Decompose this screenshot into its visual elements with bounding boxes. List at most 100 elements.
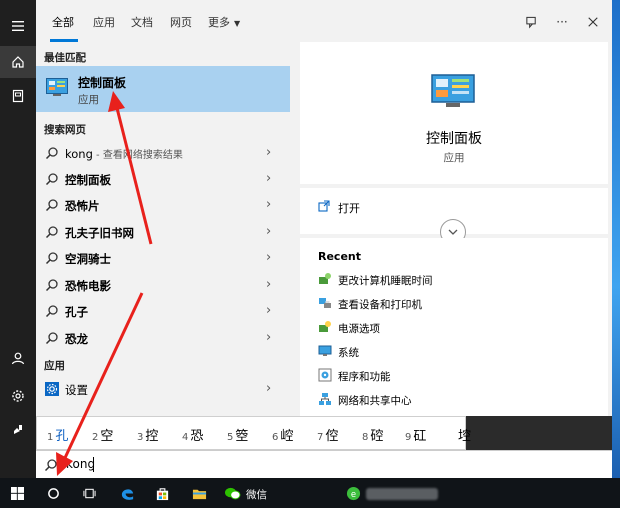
task-view-button[interactable] (72, 478, 106, 508)
ime-candidate[interactable]: 2空 (92, 425, 113, 444)
search-input[interactable]: kong (66, 457, 95, 471)
wechat-taskbar-label: 微信 (246, 489, 267, 501)
recent-item-label: 系统 (338, 347, 359, 359)
store-taskbar-button[interactable] (145, 478, 179, 508)
recent-item[interactable]: 更改计算机睡眠时间 (318, 270, 598, 290)
account-button[interactable] (0, 342, 36, 374)
recent-item[interactable]: 电源选项 (318, 318, 598, 338)
recent-heading: Recent (318, 250, 362, 263)
detail-app-name: 控制面板 (426, 131, 482, 147)
search-icon (45, 279, 58, 292)
best-match-item[interactable]: 控制面板 应用 (36, 66, 290, 112)
search-icon (45, 199, 58, 212)
open-action[interactable]: 打开 (338, 200, 360, 216)
tab-apps[interactable]: 应用 (93, 14, 115, 30)
edge-icon (121, 488, 133, 500)
ime-candidate[interactable]: 1孔 (47, 425, 68, 444)
tab-more[interactable]: 更多 ▼ (208, 14, 240, 30)
feedback-button[interactable] (0, 414, 36, 446)
app-result-text: 设置 (65, 383, 88, 397)
home-button[interactable] (0, 46, 36, 78)
chevron-right-icon[interactable]: › (266, 381, 271, 396)
web-result-text: kong (65, 147, 93, 161)
power-settings-icon (319, 273, 331, 284)
best-match-heading: 最佳匹配 (44, 52, 86, 64)
results-list: 最佳匹配 控制面板 应用 搜索网页 kong - 查看网络搜索结果 › 控制面板… (36, 42, 290, 416)
ime-candidate[interactable]: 埪 (456, 425, 471, 444)
web-result-item[interactable]: 控制面板 › (36, 166, 290, 192)
wechat-taskbar-button[interactable] (220, 478, 244, 508)
ime-candidate[interactable]: 4恐 (182, 425, 203, 444)
gear-icon (12, 390, 24, 402)
programs-features-icon (318, 368, 332, 382)
settings-button[interactable] (0, 380, 36, 412)
ime-candidate[interactable]: 5箜 (227, 425, 248, 444)
ime-candidate[interactable]: 9矼 (405, 425, 426, 444)
home-icon (12, 56, 24, 68)
notebook-icon (12, 89, 24, 103)
control-panel-large-icon (431, 74, 475, 107)
power-options-icon (319, 321, 331, 332)
chevron-right-icon[interactable]: › (266, 145, 271, 160)
ime-candidate-list: 1孔 2空 3控 4恐 5箜 6崆 7倥 8硿 9矼 埪 (36, 416, 471, 450)
network-sharing-icon (319, 393, 331, 405)
ime-candidate[interactable]: 8硿 (362, 425, 383, 444)
edge-taskbar-button[interactable] (110, 478, 144, 508)
chevron-right-icon[interactable]: › (266, 224, 271, 239)
task-view-icon (82, 488, 96, 498)
app-taskbar-button[interactable]: e (342, 478, 364, 508)
chevron-right-icon[interactable]: › (266, 197, 271, 212)
detail-actions: 打开 (300, 188, 608, 245)
recent-item[interactable]: 查看设备和打印机 (318, 294, 598, 314)
recent-item[interactable]: 网络和共享中心 (318, 390, 598, 410)
cortana-circle-icon (47, 487, 59, 499)
desktop-background (612, 0, 620, 478)
app-result-item[interactable]: 设置 › (36, 376, 290, 402)
recent-section: Recent 更改计算机睡眠时间 查看设备和打印机 电源选项 系统 程序和功能 (300, 238, 608, 416)
recent-item[interactable]: 系统 (318, 342, 598, 362)
chevron-right-icon[interactable]: › (266, 250, 271, 265)
chevron-down-icon (448, 229, 458, 235)
tab-more-label: 更多 (208, 16, 230, 29)
chevron-right-icon[interactable]: › (266, 277, 271, 292)
search-icon (45, 305, 58, 318)
hamburger-menu-button[interactable] (0, 10, 36, 42)
file-explorer-taskbar-button[interactable] (182, 478, 216, 508)
tab-documents[interactable]: 文档 (131, 14, 153, 30)
start-button[interactable] (0, 478, 34, 508)
tab-web[interactable]: 网页 (170, 14, 192, 30)
feedback-icon (14, 425, 22, 434)
chevron-right-icon[interactable]: › (266, 303, 271, 318)
search-box[interactable]: kong (36, 450, 612, 478)
notebook-button[interactable] (0, 80, 36, 112)
search-icon (45, 226, 58, 239)
open-icon (318, 200, 330, 212)
blurred-taskbar-label (366, 488, 438, 500)
web-result-item[interactable]: kong - 查看网络搜索结果 › (36, 140, 290, 166)
search-icon (45, 332, 58, 345)
web-result-text: 控制面板 (65, 173, 111, 187)
close-button[interactable] (586, 15, 600, 29)
web-result-item[interactable]: 孔夫子旧书网 › (36, 219, 290, 245)
chevron-right-icon[interactable]: › (266, 330, 271, 345)
start-nav-rail (0, 0, 36, 478)
settings-app-icon (45, 382, 59, 396)
ime-candidate[interactable]: 7倥 (317, 425, 338, 444)
web-result-text: 孔夫子旧书网 (65, 226, 134, 240)
recent-item[interactable]: 程序和功能 (318, 366, 598, 386)
web-result-item[interactable]: 空洞骑士 › (36, 245, 290, 271)
web-result-item[interactable]: 孔子 › (36, 298, 290, 324)
chevron-down-icon: ▼ (234, 19, 241, 28)
search-icon (44, 459, 57, 472)
recent-item-label: 更改计算机睡眠时间 (338, 275, 433, 287)
ime-candidate[interactable]: 6崆 (272, 425, 293, 444)
feedback-top-button[interactable] (524, 15, 538, 29)
ime-candidate[interactable]: 3控 (137, 425, 158, 444)
tab-all[interactable]: 全部 (52, 14, 74, 30)
options-button[interactable]: ··· (555, 15, 569, 29)
chevron-right-icon[interactable]: › (266, 171, 271, 186)
web-result-item[interactable]: 恐龙 › (36, 325, 290, 351)
web-result-item[interactable]: 恐怖电影 › (36, 272, 290, 298)
web-result-item[interactable]: 恐怖片 › (36, 192, 290, 218)
cortana-search-button[interactable] (36, 478, 70, 508)
